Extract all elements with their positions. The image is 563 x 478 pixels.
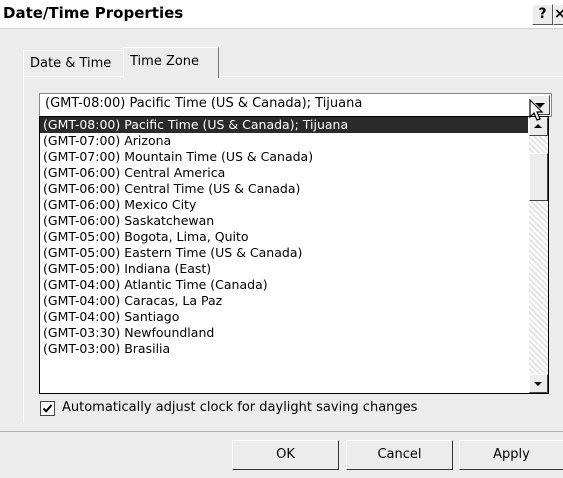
timezone-option[interactable]: (GMT-06:00) Saskatchewan — [40, 213, 528, 229]
window-title: Date/Time Properties — [3, 4, 184, 22]
timezone-options: (GMT-08:00) Pacific Time (US & Canada); … — [40, 117, 528, 393]
timezone-option[interactable]: (GMT-03:30) Newfoundland — [40, 325, 528, 341]
tab-date-time[interactable]: Date & Time — [23, 50, 125, 76]
arrow-up-icon — [534, 124, 542, 128]
timezone-option[interactable]: (GMT-07:00) Arizona — [40, 133, 528, 149]
timezone-selected-value: (GMT-08:00) Pacific Time (US & Canada); … — [45, 96, 363, 111]
timezone-select[interactable]: (GMT-08:00) Pacific Time (US & Canada); … — [39, 93, 552, 117]
timezone-option[interactable]: (GMT-04:00) Caracas, La Paz — [40, 293, 528, 309]
daylight-saving-checkbox[interactable] — [40, 401, 55, 416]
timezone-dropdown-list: (GMT-08:00) Pacific Time (US & Canada); … — [39, 116, 549, 394]
scroll-down-button[interactable] — [529, 374, 548, 393]
timezone-option[interactable]: (GMT-06:00) Central America — [40, 165, 528, 181]
timezone-option[interactable]: (GMT-07:00) Mountain Time (US & Canada) — [40, 149, 528, 165]
daylight-saving-label: Automatically adjust clock for daylight … — [62, 400, 418, 415]
timezone-option[interactable]: (GMT-05:00) Indiana (East) — [40, 261, 528, 277]
date-time-properties-dialog: Date/Time Properties ? × Date & Time Tim… — [0, 0, 563, 478]
cancel-button[interactable]: Cancel — [346, 440, 453, 470]
ok-button[interactable]: OK — [232, 440, 339, 470]
checkmark-icon — [42, 404, 53, 413]
timezone-option[interactable]: (GMT-06:00) Central Time (US & Canada) — [40, 181, 528, 197]
timezone-option[interactable]: (GMT-05:00) Eastern Time (US & Canada) — [40, 245, 528, 261]
close-button[interactable]: × — [553, 4, 563, 25]
timezone-option[interactable]: (GMT-04:00) Santiago — [40, 309, 528, 325]
timezone-option[interactable]: (GMT-06:00) Mexico City — [40, 197, 528, 213]
scroll-thumb[interactable] — [529, 153, 548, 201]
help-button[interactable]: ? — [532, 4, 553, 25]
arrow-down-icon — [534, 382, 542, 386]
mouse-pointer-icon — [529, 99, 544, 121]
title-bar[interactable]: Date/Time Properties ? × — [0, 0, 563, 29]
timezone-option[interactable]: (GMT-03:00) Brasilia — [40, 341, 528, 357]
divider — [0, 431, 563, 432]
timezone-option[interactable]: (GMT-04:00) Atlantic Time (Canada) — [40, 277, 528, 293]
timezone-option[interactable]: (GMT-05:00) Bogota, Lima, Quito — [40, 229, 528, 245]
timezone-option[interactable]: (GMT-08:00) Pacific Time (US & Canada); … — [40, 117, 528, 133]
vertical-scrollbar[interactable] — [529, 117, 548, 393]
tab-time-zone[interactable]: Time Zone — [123, 47, 219, 78]
apply-button[interactable]: Apply — [459, 440, 563, 470]
